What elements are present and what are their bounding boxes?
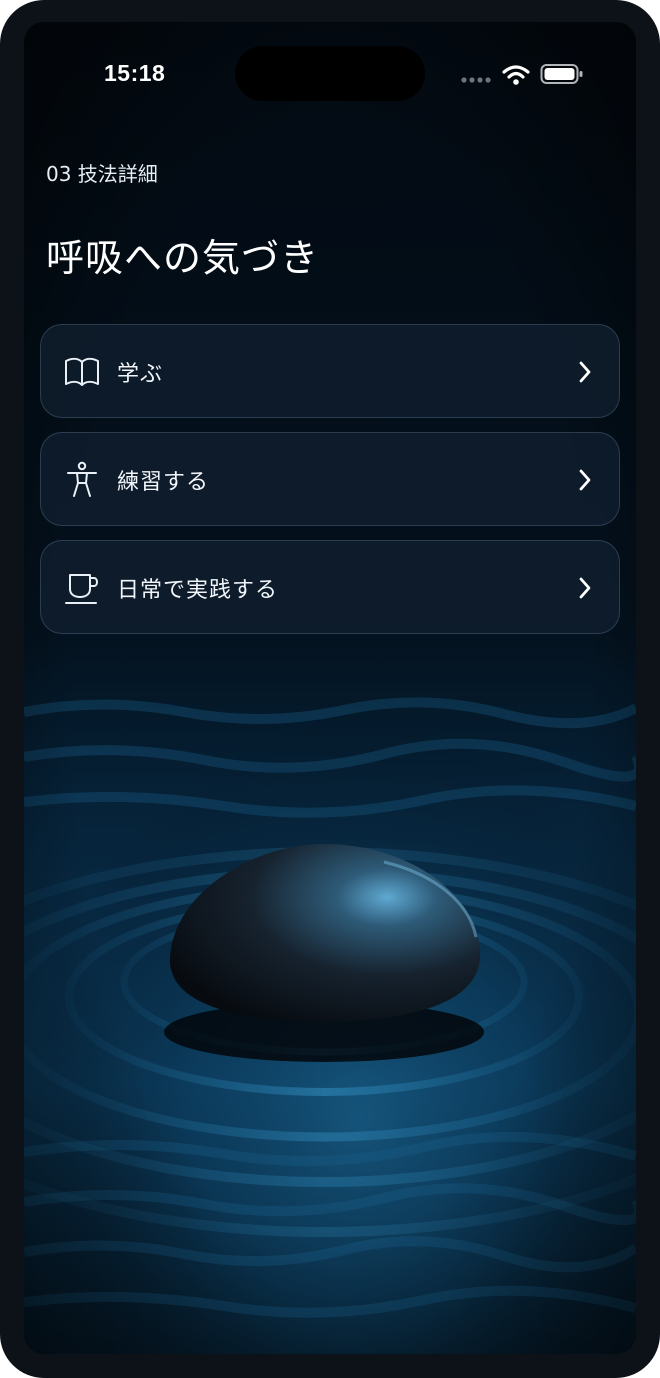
status-bar: 15:18 bbox=[24, 22, 636, 122]
stone-in-water-image bbox=[24, 22, 636, 1354]
chevron-right-icon bbox=[579, 361, 591, 383]
open-book-icon bbox=[65, 357, 99, 386]
screen: 15:18 03 技法詳細 呼吸への気づき 学ぶ 練習する 日常で実践する bbox=[24, 22, 636, 1354]
cup-icon bbox=[65, 574, 99, 604]
page-title: 呼吸への気づき bbox=[46, 236, 320, 280]
signal-dots-icon bbox=[461, 77, 491, 83]
technique-menu: 学ぶ 練習する 日常で実践する bbox=[40, 324, 620, 648]
menu-item-daily-practice[interactable]: 日常で実践する bbox=[40, 540, 620, 634]
menu-item-label: 学ぶ bbox=[117, 362, 164, 387]
chevron-right-icon bbox=[579, 577, 591, 599]
menu-item-label: 日常で実践する bbox=[117, 578, 279, 603]
menu-item-practice[interactable]: 練習する bbox=[40, 432, 620, 526]
battery-icon bbox=[540, 64, 583, 84]
dynamic-island bbox=[235, 46, 425, 101]
menu-item-label: 練習する bbox=[117, 470, 210, 495]
person-icon bbox=[67, 461, 97, 497]
chevron-right-icon bbox=[579, 469, 591, 491]
phone-frame: 15:18 03 技法詳細 呼吸への気づき 学ぶ 練習する 日常で実践する bbox=[0, 0, 660, 1378]
wifi-icon bbox=[502, 65, 530, 85]
menu-item-learn[interactable]: 学ぶ bbox=[40, 324, 620, 418]
status-time: 15:18 bbox=[104, 60, 166, 86]
breadcrumb: 03 技法詳細 bbox=[46, 162, 158, 186]
